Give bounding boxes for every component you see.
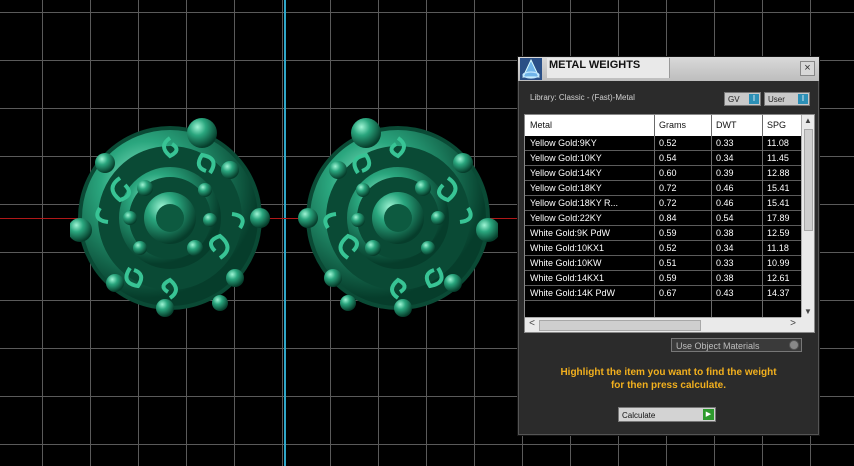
left-earring-model[interactable] — [70, 118, 270, 318]
table-row[interactable]: Yellow Gold:10KY 0.54 0.34 11.45 — [525, 151, 801, 166]
scroll-left-icon[interactable]: < — [526, 318, 538, 329]
calculate-button[interactable]: Calculate ▶ — [618, 407, 716, 422]
table-cell: 0.34 — [716, 153, 734, 163]
scrollbar-corner — [801, 317, 814, 332]
column-header-grams[interactable]: Grams — [659, 120, 686, 130]
table-cell: 12.88 — [767, 168, 790, 178]
user-toggle-label: User — [768, 95, 785, 104]
horizontal-scrollbar[interactable]: < > — [525, 317, 801, 332]
library-label: Library: Classic - (Fast)-Metal — [530, 93, 635, 102]
table-cell: 0.59 — [659, 228, 677, 238]
vertical-scrollbar[interactable]: ▲ ▼ — [801, 115, 814, 317]
y-axis-line — [284, 0, 286, 466]
panel-title: METAL WEIGHTS — [547, 58, 670, 78]
table-cell: 0.59 — [659, 273, 677, 283]
table-row[interactable]: White Gold:9K PdW 0.59 0.38 12.59 — [525, 226, 801, 241]
table-cell: 0.51 — [659, 258, 677, 268]
table-cell: 15.41 — [767, 198, 790, 208]
column-header-metal[interactable]: Metal — [530, 120, 552, 130]
table-cell: 0.46 — [716, 183, 734, 193]
table-cell: Yellow Gold:18KY — [530, 183, 602, 193]
table-cell: 0.46 — [716, 198, 734, 208]
table-cell: 11.08 — [767, 138, 789, 148]
app-logo-icon — [520, 58, 542, 80]
table-cell: Yellow Gold:10KY — [530, 153, 602, 163]
instruction-line-1: Highlight the item you want to find the … — [560, 367, 777, 378]
table-cell: 0.34 — [716, 243, 734, 253]
table-cell: Yellow Gold:18KY R... — [530, 198, 619, 208]
radio-icon[interactable] — [789, 340, 799, 350]
table-cell: 0.52 — [659, 243, 677, 253]
table-cell: White Gold:10KW — [530, 258, 602, 268]
table-cell: 14.37 — [767, 288, 790, 298]
table-cell: 0.38 — [716, 228, 734, 238]
horizontal-scroll-thumb[interactable] — [539, 320, 701, 331]
table-cell: 0.33 — [716, 138, 734, 148]
user-toggle[interactable]: User I — [764, 92, 810, 106]
use-object-materials-label: Use Object Materials — [676, 341, 760, 351]
table-cell: Yellow Gold:9KY — [530, 138, 597, 148]
table-cell: Yellow Gold:14KY — [530, 168, 602, 178]
table-cell: 0.39 — [716, 168, 734, 178]
table-row[interactable]: White Gold:10KX1 0.52 0.34 11.18 — [525, 241, 801, 256]
table-cell: 0.72 — [659, 198, 677, 208]
column-divider — [711, 115, 712, 317]
play-icon: ▶ — [703, 409, 714, 420]
gv-toggle[interactable]: GV I — [724, 92, 761, 106]
table-cell: 10.99 — [767, 258, 790, 268]
table-cell: 0.60 — [659, 168, 677, 178]
table-cell: White Gold:9K PdW — [530, 228, 611, 238]
table-cell: White Gold:10KX1 — [530, 243, 605, 253]
table-cell: 0.72 — [659, 183, 677, 193]
table-cell: 12.59 — [767, 228, 790, 238]
scroll-up-icon[interactable]: ▲ — [802, 116, 814, 125]
table-row[interactable]: White Gold:10KW 0.51 0.33 10.99 — [525, 256, 801, 271]
table-row[interactable]: Yellow Gold:18KY R... 0.72 0.46 15.41 — [525, 196, 801, 211]
table-cell: White Gold:14KX1 — [530, 273, 605, 283]
table-cell: 0.54 — [659, 153, 677, 163]
table-cell: 0.84 — [659, 213, 677, 223]
vertical-scroll-thumb[interactable] — [804, 129, 813, 231]
table-cell: Yellow Gold:22KY — [530, 213, 602, 223]
table-cell: 0.67 — [659, 288, 677, 298]
gv-toggle-label: GV — [728, 95, 740, 104]
metal-table[interactable]: Metal Grams DWT SPG Yellow Gold:9KY 0.52 0… — [524, 114, 815, 333]
scroll-right-icon[interactable]: > — [787, 318, 799, 329]
table-cell: White Gold:14K PdW — [530, 288, 616, 298]
table-cell: 11.18 — [767, 243, 789, 253]
calculate-label: Calculate — [622, 411, 656, 420]
metal-weights-panel: METAL WEIGHTS × Library: Classic - (Fast… — [517, 56, 820, 436]
column-header-spg[interactable]: SPG — [767, 120, 786, 130]
table-cell: 15.41 — [767, 183, 790, 193]
toggle-icon: I — [749, 94, 759, 104]
table-cell: 0.33 — [716, 258, 734, 268]
close-button[interactable]: × — [800, 61, 815, 76]
table-cell: 0.43 — [716, 288, 734, 298]
column-divider — [654, 115, 655, 317]
table-cell: 11.45 — [767, 153, 789, 163]
column-header-dwt[interactable]: DWT — [716, 120, 737, 130]
table-header: Metal Grams DWT SPG — [525, 115, 801, 136]
table-row[interactable]: Yellow Gold:14KY 0.60 0.39 12.88 — [525, 166, 801, 181]
instruction-text: Highlight the item you want to find the … — [526, 366, 811, 392]
use-object-materials-toggle[interactable]: Use Object Materials — [671, 338, 802, 352]
table-row[interactable]: White Gold:14KX1 0.59 0.38 12.61 — [525, 271, 801, 286]
table-row[interactable]: Yellow Gold:18KY 0.72 0.46 15.41 — [525, 181, 801, 196]
table-row[interactable]: White Gold:14K PdW 0.67 0.43 14.37 — [525, 286, 801, 301]
scroll-down-icon[interactable]: ▼ — [802, 307, 814, 316]
instruction-line-2: for then press calculate. — [610, 380, 727, 391]
table-cell: 0.38 — [716, 273, 734, 283]
column-divider — [762, 115, 763, 317]
table-cell: 0.52 — [659, 138, 677, 148]
table-cell: 0.54 — [716, 213, 734, 223]
right-earring-model[interactable] — [298, 118, 498, 318]
table-cell: 12.61 — [767, 273, 790, 283]
table-row[interactable]: Yellow Gold:22KY 0.84 0.54 17.89 — [525, 211, 801, 226]
toggle-icon: I — [798, 94, 808, 104]
table-row[interactable]: Yellow Gold:9KY 0.52 0.33 11.08 — [525, 136, 801, 151]
panel-titlebar[interactable]: METAL WEIGHTS × — [518, 57, 819, 81]
table-cell: 17.89 — [767, 213, 790, 223]
